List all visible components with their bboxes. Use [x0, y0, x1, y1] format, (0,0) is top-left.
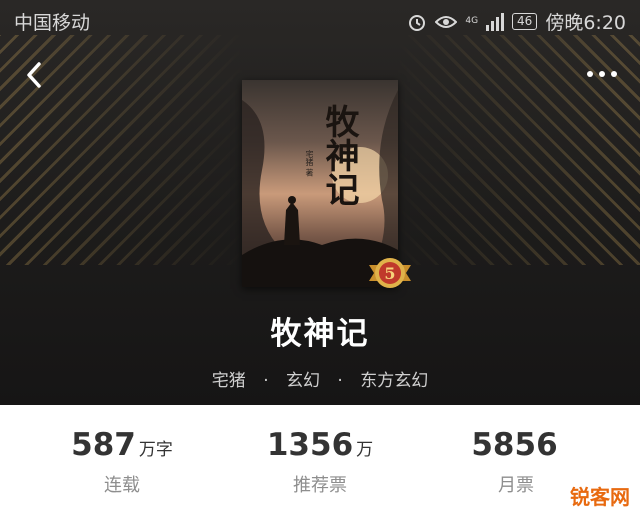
stat-label: 推荐票 — [293, 475, 347, 496]
stat-word-count: 587 万字 连载 — [22, 427, 222, 497]
carrier-label: 中国移动 — [14, 12, 91, 34]
stat-recommend-votes[interactable]: 1356 万 推荐票 — [220, 427, 420, 497]
stat-unit: 万字 — [138, 440, 173, 460]
cover-title: 牧神记 — [319, 104, 359, 206]
eye-icon — [435, 15, 458, 28]
book-header: 中国移动 4G 46 傍晚6:20 牧神记 宅猪 著 5 牧神记 宅猪 · 玄幻… — [0, 0, 640, 405]
signal-icon — [486, 12, 505, 31]
stats-bar: 587 万字 连载 1356 万 推荐票 5856 月票 锐客网 — [0, 405, 640, 524]
subcategory-link[interactable]: 东方玄幻 — [360, 371, 428, 391]
rank-badge: 5 — [367, 255, 413, 291]
cover-author: 宅猪 著 — [305, 150, 314, 177]
rank-badge-icon: 5 — [369, 258, 411, 288]
time-label: 傍晚6:20 — [545, 12, 626, 34]
chevron-left-icon — [27, 62, 41, 88]
network-type: 4G — [465, 16, 479, 26]
book-title: 牧神记 — [270, 316, 370, 352]
rank-badge-number: 5 — [384, 264, 395, 283]
stat-value: 1356 — [266, 427, 354, 463]
more-dots-icon — [587, 71, 593, 77]
alarm-icon — [409, 14, 426, 31]
more-dot — [611, 71, 617, 77]
separator: · — [337, 371, 343, 391]
more-options-button[interactable] — [582, 64, 622, 84]
stat-label: 连载 — [104, 475, 140, 496]
stat-unit: 万 — [356, 440, 374, 460]
book-meta: 宅猪 · 玄幻 · 东方玄幻 — [0, 366, 640, 391]
author-link[interactable]: 宅猪 — [212, 371, 246, 391]
stat-value: 5856 — [471, 427, 558, 463]
separator: · — [263, 371, 269, 391]
battery-icon: 46 — [512, 13, 538, 30]
status-icons: 4G 46 傍晚6:20 — [407, 8, 626, 35]
category-link[interactable]: 玄幻 — [286, 371, 320, 391]
watermark: 锐客网 — [570, 485, 630, 509]
more-dot — [599, 71, 605, 77]
stat-value: 587 — [71, 427, 136, 463]
status-bar: 中国移动 4G 46 傍晚6:20 — [0, 0, 640, 40]
back-button[interactable] — [20, 60, 50, 90]
